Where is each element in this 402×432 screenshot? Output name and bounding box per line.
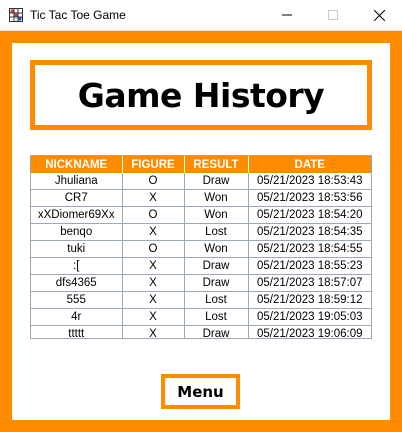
cell-nickname: Jhuliana <box>31 173 123 190</box>
cell-result: Draw <box>184 274 249 292</box>
cell-date: 05/21/2023 18:57:07 <box>248 274 371 292</box>
cell-nickname: CR7 <box>31 189 123 207</box>
cell-figure: X <box>122 223 185 241</box>
cell-figure: X <box>122 189 185 207</box>
table-row[interactable]: dfs4365 X Draw 05/21/2023 18:57:07 <box>31 274 371 292</box>
table-row[interactable]: Jhuliana O Draw 05/21/2023 18:53:43 <box>31 173 371 190</box>
close-icon <box>373 9 385 21</box>
cell-result: Lost <box>184 291 249 309</box>
window-title: Tic Tac Toe Game <box>30 8 126 22</box>
table-row[interactable]: benqo X Lost 05/21/2023 18:54:35 <box>31 223 371 241</box>
cell-result: Won <box>184 206 249 224</box>
tic-tac-toe-grid-icon <box>9 8 23 22</box>
page-title-box: Game History <box>30 60 372 130</box>
cell-date: 05/21/2023 18:54:20 <box>248 206 371 224</box>
table-row[interactable]: CR7 X Won 05/21/2023 18:53:56 <box>31 189 371 207</box>
maximize-icon <box>328 10 338 20</box>
cell-nickname: ttttt <box>31 325 123 338</box>
cell-result: Lost <box>184 223 249 241</box>
cell-result: Won <box>184 240 249 258</box>
cell-date: 05/21/2023 19:05:03 <box>248 308 371 326</box>
column-header-result[interactable]: RESULT <box>184 156 249 173</box>
cell-figure: X <box>122 325 185 338</box>
page-title: Game History <box>77 75 325 115</box>
cell-result: Draw <box>184 257 249 275</box>
table-row[interactable]: 4r X Lost 05/21/2023 19:05:03 <box>31 308 371 326</box>
table-header-row: NICKNAME FIGURE RESULT DATE <box>31 156 371 173</box>
cell-nickname: :[ <box>31 257 123 275</box>
history-table-container[interactable]: NICKNAME FIGURE RESULT DATE Jhuliana O D… <box>30 155 372 339</box>
cell-date: 05/21/2023 18:55:23 <box>248 257 371 275</box>
cell-nickname: xXDiomer69Xx <box>31 206 123 224</box>
cell-figure: O <box>122 206 185 224</box>
minimize-button[interactable] <box>264 0 310 30</box>
cell-nickname: 555 <box>31 291 123 309</box>
content-panel: Game History NICKNAME FIGURE RESULT DATE… <box>12 43 390 420</box>
cell-figure: X <box>122 308 185 326</box>
cell-nickname: benqo <box>31 223 123 241</box>
cell-result: Won <box>184 189 249 207</box>
column-header-date[interactable]: DATE <box>248 156 371 173</box>
column-header-nickname[interactable]: NICKNAME <box>31 156 123 173</box>
cell-result: Lost <box>184 308 249 326</box>
cell-nickname: dfs4365 <box>31 274 123 292</box>
table-row[interactable]: 555 X Lost 05/21/2023 18:59:12 <box>31 291 371 309</box>
table-row[interactable]: xXDiomer69Xx O Won 05/21/2023 18:54:20 <box>31 206 371 224</box>
cell-date: 05/21/2023 18:53:56 <box>248 189 371 207</box>
cell-nickname: tuki <box>31 240 123 258</box>
column-header-figure[interactable]: FIGURE <box>122 156 185 173</box>
table-row[interactable]: tuki O Won 05/21/2023 18:54:55 <box>31 240 371 258</box>
title-bar: Tic Tac Toe Game <box>0 0 402 31</box>
cell-figure: O <box>122 173 185 190</box>
cell-date: 05/21/2023 19:06:09 <box>248 325 371 338</box>
cell-figure: X <box>122 257 185 275</box>
cell-date: 05/21/2023 18:54:55 <box>248 240 371 258</box>
cell-nickname: 4r <box>31 308 123 326</box>
history-table: NICKNAME FIGURE RESULT DATE Jhuliana O D… <box>31 156 371 338</box>
cell-date: 05/21/2023 18:59:12 <box>248 291 371 309</box>
cell-figure: O <box>122 240 185 258</box>
cell-result: Draw <box>184 173 249 190</box>
close-button[interactable] <box>356 0 402 30</box>
table-row[interactable]: ttttt X Draw 05/21/2023 19:06:09 <box>31 325 371 338</box>
cell-result: Draw <box>184 325 249 338</box>
table-row[interactable]: :[ X Draw 05/21/2023 18:55:23 <box>31 257 371 275</box>
menu-button[interactable]: Menu <box>161 374 240 409</box>
cell-date: 05/21/2023 18:53:43 <box>248 173 371 190</box>
maximize-button[interactable] <box>310 0 356 30</box>
cell-date: 05/21/2023 18:54:35 <box>248 223 371 241</box>
orange-frame: Game History NICKNAME FIGURE RESULT DATE… <box>0 31 402 432</box>
minimize-icon <box>282 14 292 16</box>
cell-figure: X <box>122 291 185 309</box>
cell-figure: X <box>122 274 185 292</box>
